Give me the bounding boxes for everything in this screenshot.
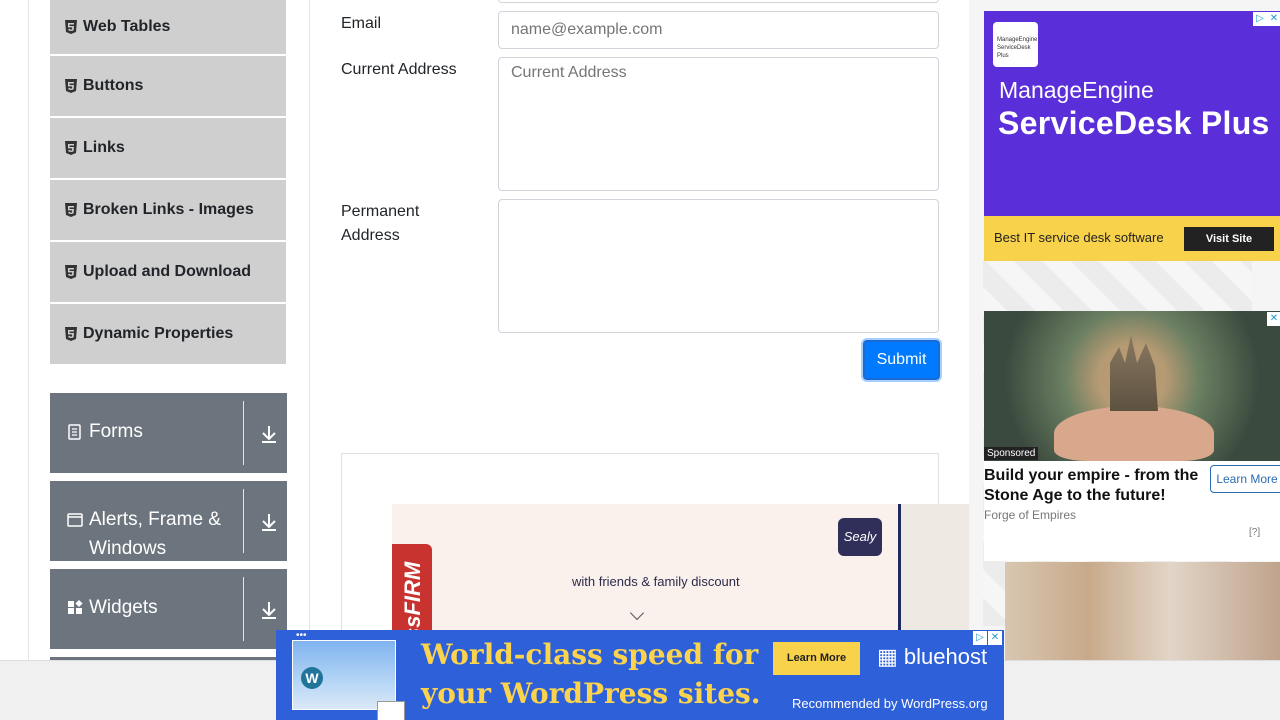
manageengine-product: ServiceDesk Plus [998, 105, 1270, 141]
sidebar-rail [28, 0, 29, 660]
sidebar-item-buttons[interactable]: Buttons [50, 56, 286, 118]
ad-headline[interactable]: Build your empire - from the Stone Age t… [984, 466, 1204, 506]
sealy-tagline: with friends & family discount [572, 574, 740, 589]
sidebar-item-label: Links [83, 139, 125, 156]
close-icon[interactable]: ✕ [988, 631, 1002, 645]
html5-icon [65, 20, 77, 34]
hands-image [1054, 406, 1214, 461]
email-field[interactable] [498, 11, 939, 49]
current-address-label: Current Address [341, 61, 457, 78]
permanent-address-label: Permanent Address [341, 203, 420, 244]
speed-gauge-icon [377, 701, 405, 720]
group-label: Widgets [89, 597, 158, 618]
castle-photo [984, 311, 1280, 461]
bluehost-logo: ▦ bluehost [877, 644, 987, 670]
ad-advertiser: Forge of Empires [984, 508, 1077, 522]
group-forms[interactable]: Forms [50, 393, 287, 473]
sidebar-item-upload-download[interactable]: Upload and Download [50, 242, 286, 304]
download-icon[interactable] [260, 512, 278, 532]
email-label: Email [341, 15, 382, 32]
visit-site-button[interactable]: Visit Site [1184, 227, 1274, 251]
car-image: W [292, 640, 405, 720]
ad-help-link[interactable]: [?] [1249, 527, 1260, 538]
html5-icon [65, 203, 77, 217]
grid-icon: ▦ [877, 644, 904, 669]
group-divider [243, 577, 244, 641]
sidebar-item-web-tables[interactable]: Web Tables [50, 0, 286, 56]
html5-icon [65, 141, 77, 155]
widgets-icon [68, 600, 83, 614]
manageengine-logo: ManageEngine ServiceDesk Plus [993, 22, 1038, 67]
sidebar-item-dynamic-properties[interactable]: Dynamic Properties [50, 304, 286, 366]
manageengine-cta-strip: Best IT service desk software Visit Site [984, 216, 1280, 261]
sealy-tab-text: ssFIRM [400, 561, 425, 640]
learn-more-button[interactable]: Learn More [773, 642, 860, 675]
chevron-down-icon [629, 605, 645, 621]
forge-of-empires-ad[interactable]: Sponsored Build your empire - from the S… [984, 311, 1280, 561]
sidebar-item-label: Dynamic Properties [83, 325, 234, 342]
group-alerts-frame-windows[interactable]: Alerts, Frame & Windows [50, 481, 287, 561]
sidebar-item-label: Broken Links - Images [83, 201, 254, 218]
sidebar-item-label: Upload and Download [83, 263, 251, 280]
download-icon[interactable] [260, 600, 278, 620]
group-label: Alerts, Frame & Windows [89, 509, 221, 559]
bluehost-headline-2: your WordPress sites. [421, 677, 761, 710]
current-address-field[interactable] [498, 57, 939, 191]
element-menu-list: Web Tables Buttons Links Broken Links - … [50, 0, 286, 366]
manageengine-ad[interactable]: ManageEngine ServiceDesk Plus ManageEngi… [984, 11, 1280, 261]
html5-icon [65, 327, 77, 341]
manageengine-tagline: Best IT service desk software [994, 230, 1164, 245]
group-divider [243, 401, 244, 465]
window-icon [67, 513, 83, 527]
sidebar-item-label: Buttons [83, 77, 144, 94]
learn-more-button[interactable]: Learn More [1210, 465, 1280, 493]
wordpress-icon: W [301, 667, 323, 689]
recommended-text: Recommended by WordPress.org [792, 696, 988, 711]
sidebar-item-broken-links[interactable]: Broken Links - Images [50, 180, 286, 242]
submit-button[interactable]: Submit [863, 340, 940, 380]
bluehost-headline-1: World-class speed for [421, 638, 759, 671]
permanent-address-field[interactable] [498, 199, 939, 333]
close-icon[interactable]: ✕ [1267, 12, 1280, 26]
download-icon[interactable] [260, 424, 278, 444]
sidebar-item-links[interactable]: Links [50, 118, 286, 180]
group-label: Forms [89, 421, 143, 442]
document-icon [68, 424, 81, 440]
close-icon[interactable]: ✕ [1267, 312, 1280, 326]
adchoices-icon[interactable]: ▷ [1253, 12, 1267, 26]
adchoices-icon[interactable]: ▷ [973, 631, 987, 645]
manageengine-brand: ManageEngine [999, 77, 1154, 103]
bluehost-ad[interactable]: ••• W World-class speed for your WordPre… [276, 630, 1004, 720]
html5-icon [65, 79, 77, 93]
castle-image [1110, 335, 1158, 411]
name-field-partial[interactable] [498, 0, 939, 3]
sidebar-item-label: Web Tables [83, 18, 171, 35]
bluehost-brand: bluehost [903, 644, 988, 669]
html5-icon [65, 265, 77, 279]
kids-ad-image[interactable] [1005, 562, 1280, 660]
sealy-logo: Sealy [838, 518, 882, 556]
sponsored-label: Sponsored [984, 447, 1039, 460]
group-widgets[interactable]: Widgets [50, 569, 287, 649]
group-divider [243, 489, 244, 553]
